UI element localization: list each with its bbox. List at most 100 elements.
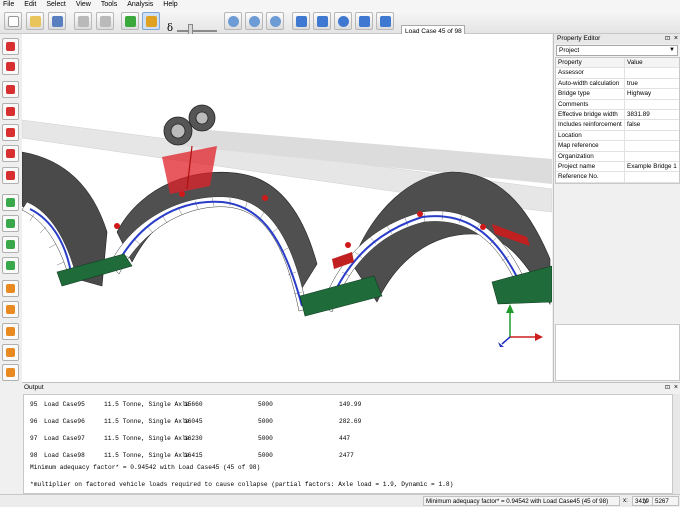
left-tool-13[interactable] (2, 301, 19, 318)
property-value[interactable]: false (625, 120, 679, 129)
zoom-in-button[interactable] (224, 12, 242, 30)
property-row[interactable]: Comments (556, 99, 679, 110)
left-tool-10[interactable] (2, 236, 19, 253)
menu-analysis[interactable]: Analysis (127, 0, 153, 10)
property-row[interactable]: Project name Example Bridge 1 (556, 161, 679, 173)
property-value[interactable] (625, 131, 679, 140)
left-tool-11[interactable] (2, 257, 19, 274)
menu-tools[interactable]: Tools (101, 0, 117, 10)
property-row[interactable]: Reference No. (556, 172, 679, 183)
main-toolbar: δ Load Case 45 of 98 (0, 10, 680, 38)
close-icon[interactable]: × (674, 383, 678, 393)
output-cell-width: 5000 (258, 401, 273, 408)
status-y-value: 5267 (652, 496, 679, 506)
lock-button[interactable] (142, 12, 160, 30)
wrench-icon (317, 16, 328, 27)
property-value[interactable]: 3831.89 (625, 110, 679, 119)
pin-icon[interactable]: ⊡ (665, 34, 670, 44)
property-value[interactable] (625, 152, 679, 161)
property-value[interactable] (625, 68, 679, 77)
left-tool-16[interactable] (2, 364, 19, 381)
output-cell-num: 95 (30, 401, 38, 408)
output-cell-width: 5000 (258, 435, 273, 442)
property-name: Map reference (556, 141, 625, 151)
object-type-selector[interactable]: Project ▼ (556, 45, 678, 56)
green-check-icon (6, 261, 15, 270)
output-cell-width: 5000 (258, 452, 273, 459)
left-tool-9[interactable] (2, 215, 19, 232)
help-button[interactable] (334, 12, 352, 30)
redo-button[interactable] (96, 12, 114, 30)
green-support-icon (6, 219, 15, 228)
left-tool-8[interactable] (2, 194, 19, 211)
menu-view[interactable]: View (76, 0, 91, 10)
properties-button[interactable] (292, 12, 310, 30)
run-analysis-button[interactable] (121, 12, 139, 30)
zoom-extents-icon (270, 16, 281, 27)
property-row[interactable]: Bridge type Highway (556, 89, 679, 100)
left-tool-12[interactable] (2, 280, 19, 297)
add-support-icon (6, 128, 15, 137)
left-tool-7[interactable] (2, 167, 19, 184)
close-icon[interactable]: × (674, 34, 678, 44)
left-tool-1[interactable] (2, 38, 19, 55)
save-button[interactable] (48, 12, 66, 30)
new-file-button[interactable] (4, 12, 22, 30)
property-row[interactable]: Map reference (556, 141, 679, 152)
add-block-icon (6, 42, 15, 51)
property-value[interactable] (625, 172, 679, 181)
left-tool-3[interactable] (2, 81, 19, 98)
output-cell-factor: 2477 (339, 452, 354, 459)
property-row[interactable]: Organization (556, 151, 679, 162)
left-tool-5[interactable] (2, 124, 19, 141)
pin-icon[interactable]: ⊡ (665, 383, 670, 393)
floppy-icon (52, 16, 63, 27)
status-x-label: x: (623, 497, 628, 504)
flask-button[interactable] (376, 12, 394, 30)
displacement-slider[interactable] (177, 30, 217, 32)
menu-edit[interactable]: Edit (24, 0, 36, 10)
property-row[interactable]: Auto-width calculation true (556, 78, 679, 90)
delta-label: δ (167, 23, 174, 34)
play-icon (125, 16, 136, 27)
property-editor-title: Property Editor ⊡ × (554, 34, 680, 44)
property-row[interactable]: Effective bridge width 3831.89 (556, 109, 679, 121)
tools-button[interactable] (313, 12, 331, 30)
orange-material-icon (6, 284, 15, 293)
3d-viewport[interactable] (22, 34, 552, 382)
zoom-out-button[interactable] (245, 12, 263, 30)
undo-icon (78, 16, 89, 27)
property-row[interactable]: Assessor (556, 68, 679, 79)
zoom-extents-button[interactable] (266, 12, 284, 30)
output-cell-name: Load Case98 (44, 452, 85, 459)
open-file-button[interactable] (26, 12, 44, 30)
output-scrollbar[interactable] (673, 394, 680, 494)
property-value[interactable]: Highway (625, 89, 679, 98)
property-value[interactable]: true (625, 79, 679, 88)
undo-button[interactable] (74, 12, 92, 30)
lock-icon (146, 16, 157, 27)
zoom-in-icon (228, 16, 239, 27)
bridge-model (22, 104, 552, 347)
property-value[interactable] (625, 141, 679, 150)
left-tool-2[interactable] (2, 58, 19, 75)
left-tool-6[interactable] (2, 145, 19, 162)
property-value[interactable]: Example Bridge 1 (625, 162, 679, 171)
menu-help[interactable]: Help (163, 0, 177, 10)
menu-select[interactable]: Select (46, 0, 65, 10)
property-value[interactable] (625, 100, 679, 109)
property-row[interactable]: Includes reinforcement false (556, 120, 679, 131)
left-tool-14[interactable] (2, 323, 19, 340)
report-button[interactable] (355, 12, 373, 30)
property-row[interactable]: Location (556, 130, 679, 142)
left-tool-15[interactable] (2, 344, 19, 361)
output-text-area[interactable]: 95 Load Case95 11.5 Tonne, Single Axle 1566… (23, 394, 673, 494)
orange-export-icon (6, 348, 15, 357)
menu-file[interactable]: File (3, 0, 14, 10)
column-header-value: Value (627, 59, 643, 66)
status-y-label: y: (644, 497, 649, 504)
left-tool-4[interactable] (2, 103, 19, 120)
output-cell-factor: 149.99 (339, 401, 362, 408)
output-cell-pos: 15660 (184, 401, 203, 408)
property-table: Property Value Assessor Auto-width calcul… (555, 57, 680, 184)
